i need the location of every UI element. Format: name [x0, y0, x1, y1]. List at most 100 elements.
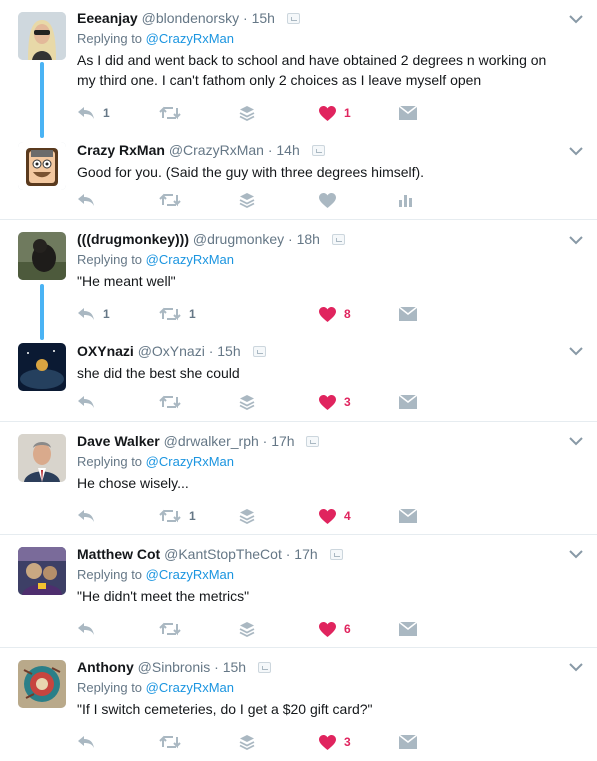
direct-message-button[interactable]: [399, 732, 417, 752]
image-placeholder-icon: [311, 145, 325, 156]
retweet-button[interactable]: [159, 732, 181, 752]
like-button[interactable]: 8: [319, 304, 351, 324]
direct-message-button[interactable]: [399, 103, 417, 123]
heart-icon: [319, 394, 336, 410]
layers-button[interactable]: [239, 392, 255, 412]
heart-icon: [319, 734, 336, 750]
retweet-icon: [159, 106, 181, 120]
replying-to-link[interactable]: @CrazyRxMan: [146, 454, 234, 469]
tweet[interactable]: OXYnazi @OxYnazi · 15h she did the best …: [0, 337, 597, 421]
chevron-down-icon[interactable]: [569, 344, 583, 358]
replying-to-link[interactable]: @CrazyRxMan: [146, 567, 234, 582]
replying-to-link[interactable]: @CrazyRxMan: [146, 31, 234, 46]
display-name[interactable]: Anthony: [77, 659, 134, 675]
reply-button[interactable]: 1: [77, 103, 110, 123]
replying-to: Replying to @CrazyRxMan: [77, 677, 557, 699]
replying-to-label: Replying to: [77, 252, 143, 267]
user-handle[interactable]: @blondenorsky: [142, 10, 240, 26]
reply-button[interactable]: [77, 190, 95, 210]
reply-button[interactable]: 1: [77, 304, 110, 324]
tweet[interactable]: Dave Walker @drwalker_rph · 17h Replying…: [0, 421, 597, 534]
avatar[interactable]: [18, 343, 66, 391]
analytics-button[interactable]: [399, 190, 413, 210]
tweet[interactable]: Matthew Cot @KantStopTheCot · 17h Replyi…: [0, 534, 597, 647]
reply-icon: [78, 194, 94, 206]
display-name[interactable]: (((drugmonkey))): [77, 231, 189, 247]
user-handle[interactable]: @KantStopTheCot: [164, 546, 282, 562]
display-name[interactable]: OXYnazi: [77, 343, 134, 359]
display-name[interactable]: Eeeanjay: [77, 10, 138, 26]
retweet-button[interactable]: 1: [159, 304, 196, 324]
reply-icon: [78, 396, 94, 408]
like-button[interactable]: 3: [319, 732, 351, 752]
chevron-down-icon[interactable]: [569, 660, 583, 674]
avatar[interactable]: [18, 12, 66, 60]
retweet-button[interactable]: [159, 103, 189, 123]
display-name[interactable]: Dave Walker: [77, 433, 160, 449]
avatar[interactable]: [18, 434, 66, 482]
retweet-button[interactable]: 1: [159, 506, 196, 526]
replying-to-label: Replying to: [77, 454, 143, 469]
retweet-button[interactable]: [159, 619, 181, 639]
avatar[interactable]: [18, 232, 66, 280]
layers-button[interactable]: [239, 732, 255, 752]
layers-button[interactable]: [239, 190, 255, 210]
like-button[interactable]: 1: [319, 103, 351, 123]
layers-button[interactable]: [239, 103, 255, 123]
user-handle[interactable]: @OxYnazi: [138, 343, 205, 359]
like-button[interactable]: 6: [319, 619, 351, 639]
replying-to-link[interactable]: @CrazyRxMan: [146, 252, 234, 267]
reply-count: 1: [103, 106, 110, 120]
reply-button[interactable]: [77, 506, 95, 526]
tweet[interactable]: (((drugmonkey))) @drugmonkey · 18h Reply…: [0, 219, 597, 337]
avatar[interactable]: [18, 547, 66, 595]
direct-message-button[interactable]: [399, 304, 417, 324]
avatar[interactable]: [18, 142, 66, 190]
chevron-down-icon[interactable]: [569, 144, 583, 158]
user-handle[interactable]: @CrazyRxMan: [169, 142, 264, 158]
layers-button[interactable]: [239, 506, 255, 526]
chevron-down-icon[interactable]: [569, 233, 583, 247]
direct-message-button[interactable]: [399, 619, 417, 639]
like-button[interactable]: 4: [319, 506, 351, 526]
like-count: 3: [344, 735, 351, 749]
avatar[interactable]: [18, 660, 66, 708]
reply-button[interactable]: [77, 732, 95, 752]
timestamp[interactable]: 17h: [271, 433, 294, 449]
user-handle[interactable]: @drugmonkey: [193, 231, 284, 247]
reply-button[interactable]: [77, 619, 95, 639]
user-handle[interactable]: @Sinbronis: [138, 659, 211, 675]
image-placeholder-icon: [286, 13, 300, 24]
replying-to: Replying to @CrazyRxMan: [77, 28, 557, 50]
timestamp[interactable]: 15h: [223, 659, 246, 675]
retweet-icon: [159, 622, 181, 636]
chevron-down-icon[interactable]: [569, 547, 583, 561]
retweet-button[interactable]: [159, 190, 181, 210]
like-button[interactable]: [319, 190, 336, 210]
replying-to-link[interactable]: @CrazyRxMan: [146, 680, 234, 695]
display-name[interactable]: Matthew Cot: [77, 546, 160, 562]
retweet-count: 1: [189, 509, 196, 523]
retweet-button[interactable]: [159, 392, 181, 412]
tweet[interactable]: Anthony @Sinbronis · 15h Replying to @Cr…: [0, 647, 597, 761]
chevron-down-icon[interactable]: [569, 12, 583, 26]
tweet[interactable]: Crazy RxMan @CrazyRxMan · 14h Good for y…: [0, 124, 597, 219]
user-handle[interactable]: @drwalker_rph: [164, 433, 259, 449]
layers-button[interactable]: [239, 619, 255, 639]
heart-icon: [319, 105, 336, 121]
reply-icon: [78, 736, 94, 748]
tweet[interactable]: Eeeanjay @blondenorsky · 15h Replying to…: [0, 0, 597, 124]
reply-button[interactable]: [77, 392, 95, 412]
chevron-down-icon[interactable]: [569, 434, 583, 448]
timestamp[interactable]: 14h: [276, 142, 299, 158]
retweet-icon: [159, 509, 181, 523]
timestamp[interactable]: 17h: [294, 546, 317, 562]
direct-message-button[interactable]: [399, 392, 417, 412]
display-name[interactable]: Crazy RxMan: [77, 142, 165, 158]
reply-icon: [78, 510, 94, 522]
timestamp[interactable]: 15h: [252, 10, 275, 26]
timestamp[interactable]: 15h: [217, 343, 240, 359]
timestamp[interactable]: 18h: [297, 231, 320, 247]
like-button[interactable]: 3: [319, 392, 351, 412]
direct-message-button[interactable]: [399, 506, 417, 526]
